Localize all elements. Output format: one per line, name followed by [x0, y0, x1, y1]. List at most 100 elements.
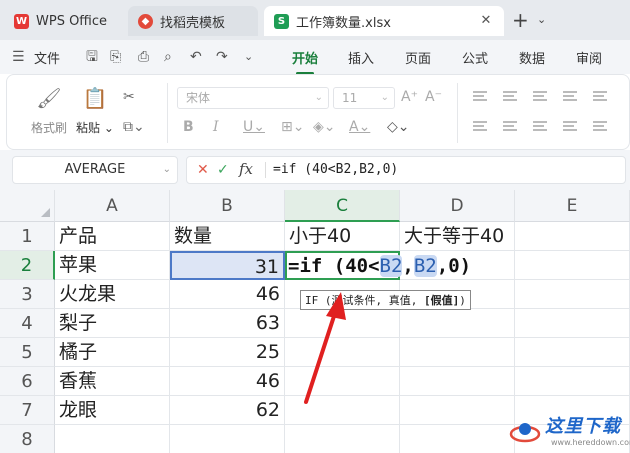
font-name-select[interactable]: 宋体 ⌄ [177, 87, 329, 109]
increase-font-icon[interactable]: A⁺ [401, 89, 418, 105]
cell-b8[interactable] [170, 425, 285, 453]
cell-a8[interactable] [55, 425, 170, 453]
cell-a6[interactable]: 香蕉 [55, 367, 170, 396]
cell-a2[interactable]: 苹果 [55, 251, 170, 280]
cell-e4[interactable] [515, 309, 630, 338]
cell-c6[interactable] [285, 367, 400, 396]
select-all-corner[interactable] [0, 190, 55, 222]
file-menu[interactable]: 文件 [34, 48, 60, 67]
tab-data[interactable]: 数据 [519, 48, 545, 67]
cell-a1[interactable]: 产品 [55, 222, 170, 251]
row-header-2[interactable]: 2 [0, 251, 55, 280]
align-left-icon[interactable] [473, 121, 487, 131]
cell-b4[interactable]: 63 [170, 309, 285, 338]
justify-icon[interactable] [563, 121, 577, 131]
clear-format-icon[interactable]: ◇⌄ [387, 119, 410, 135]
tab-insert[interactable]: 插入 [348, 48, 374, 67]
align-middle-icon[interactable] [503, 91, 517, 101]
print-icon[interactable]: ⎙ [138, 50, 149, 64]
cell-b5[interactable]: 25 [170, 338, 285, 367]
cell-b3[interactable]: 46 [170, 280, 285, 309]
borders-icon[interactable]: ⊞⌄ [281, 119, 304, 135]
fill-color-icon[interactable]: ◈⌄ [313, 119, 336, 135]
cancel-icon[interactable]: ✕ [197, 162, 209, 178]
cell-c1[interactable]: 小于40 [285, 222, 400, 251]
plus-icon[interactable]: + [512, 10, 529, 30]
copy-icon[interactable]: ⧉⌄ [123, 119, 145, 135]
close-icon[interactable]: ✕ [478, 13, 494, 29]
tab-wps-office[interactable]: W WPS Office [6, 6, 124, 36]
underline-icon[interactable]: U⌄ [243, 119, 265, 135]
row-header-1[interactable]: 1 [0, 222, 55, 251]
cell-e5[interactable] [515, 338, 630, 367]
align-center-icon[interactable] [503, 121, 517, 131]
cell-e6[interactable] [515, 367, 630, 396]
quick-access-more-icon[interactable]: ⌄ [244, 50, 253, 64]
paste-button[interactable]: 📋 粘贴 ⌄ [73, 85, 117, 136]
outdent-icon[interactable] [593, 91, 607, 101]
tab-home[interactable]: 开始 [292, 48, 318, 75]
redo-icon[interactable]: ↷ [216, 50, 228, 64]
cell-d7[interactable] [400, 396, 515, 425]
formula-text[interactable]: =if (40<B2,B2,0) [273, 162, 398, 177]
cell-edit-formula[interactable]: =if (40<B2,B2,0) [288, 252, 471, 280]
cell-a7[interactable]: 龙眼 [55, 396, 170, 425]
column-header-c[interactable]: C [285, 190, 400, 222]
cell-d6[interactable] [400, 367, 515, 396]
tab-review[interactable]: 审阅 [576, 48, 602, 67]
tab-page[interactable]: 页面 [405, 48, 431, 67]
indent-icon[interactable] [563, 91, 577, 101]
cell-b2-referenced[interactable]: 31 [170, 251, 285, 280]
font-size-select[interactable]: 11 ⌄ [333, 87, 395, 109]
cell-a3[interactable]: 火龙果 [55, 280, 170, 309]
cell-d5[interactable] [400, 338, 515, 367]
font-color-icon[interactable]: A⌄ [349, 119, 370, 135]
distributed-icon[interactable] [593, 121, 607, 131]
column-header-a[interactable]: A [55, 190, 170, 222]
cell-d8[interactable] [400, 425, 515, 453]
column-header-d[interactable]: D [400, 190, 515, 222]
align-right-icon[interactable] [533, 121, 547, 131]
export-pdf-icon[interactable]: ⎘ [110, 50, 121, 64]
align-top-icon[interactable] [473, 91, 487, 101]
confirm-icon[interactable]: ✓ [217, 162, 229, 178]
cell-e2[interactable] [515, 251, 630, 280]
italic-icon[interactable]: I [213, 119, 219, 135]
hamburger-icon[interactable]: ☰ [12, 50, 25, 64]
cell-b7[interactable]: 62 [170, 396, 285, 425]
cell-b1[interactable]: 数量 [170, 222, 285, 251]
print-preview-icon[interactable]: ⌕ [164, 50, 172, 64]
row-header-3[interactable]: 3 [0, 280, 55, 309]
cell-b6[interactable]: 46 [170, 367, 285, 396]
cell-e3[interactable] [515, 280, 630, 309]
column-header-b[interactable]: B [170, 190, 285, 222]
chevron-down-icon[interactable]: ⌄ [537, 13, 546, 26]
insert-function-icon[interactable]: fx [239, 160, 253, 178]
format-painter-button[interactable]: 🖌 格式刷 [27, 85, 71, 136]
row-header-8[interactable]: 8 [0, 425, 55, 453]
cell-e1[interactable] [515, 222, 630, 251]
decrease-font-icon[interactable]: A⁻ [425, 89, 442, 105]
column-header-e[interactable]: E [515, 190, 630, 222]
cell-c4[interactable] [285, 309, 400, 338]
name-box[interactable]: AVERAGE ⌄ [12, 156, 178, 184]
tab-template[interactable]: ◆ 找稻壳模板 [128, 6, 258, 36]
cell-a5[interactable]: 橘子 [55, 338, 170, 367]
cell-c8[interactable] [285, 425, 400, 453]
formula-input[interactable]: ✕ ✓ fx =if (40<B2,B2,0) [186, 156, 626, 184]
row-header-4[interactable]: 4 [0, 309, 55, 338]
cell-c7[interactable] [285, 396, 400, 425]
cell-a4[interactable]: 梨子 [55, 309, 170, 338]
undo-icon[interactable]: ↶ [190, 50, 202, 64]
cut-icon[interactable]: ✂ [123, 89, 135, 105]
cell-d4[interactable] [400, 309, 515, 338]
tab-formula[interactable]: 公式 [462, 48, 488, 67]
row-header-5[interactable]: 5 [0, 338, 55, 367]
cell-d1[interactable]: 大于等于40 [400, 222, 515, 251]
save-icon[interactable]: 🖫 [86, 50, 98, 64]
align-bottom-icon[interactable] [533, 91, 547, 101]
row-header-6[interactable]: 6 [0, 367, 55, 396]
bold-icon[interactable]: B [183, 119, 194, 135]
tab-workbook[interactable]: S 工作簿数量.xlsx ✕ [264, 6, 504, 36]
row-header-7[interactable]: 7 [0, 396, 55, 425]
